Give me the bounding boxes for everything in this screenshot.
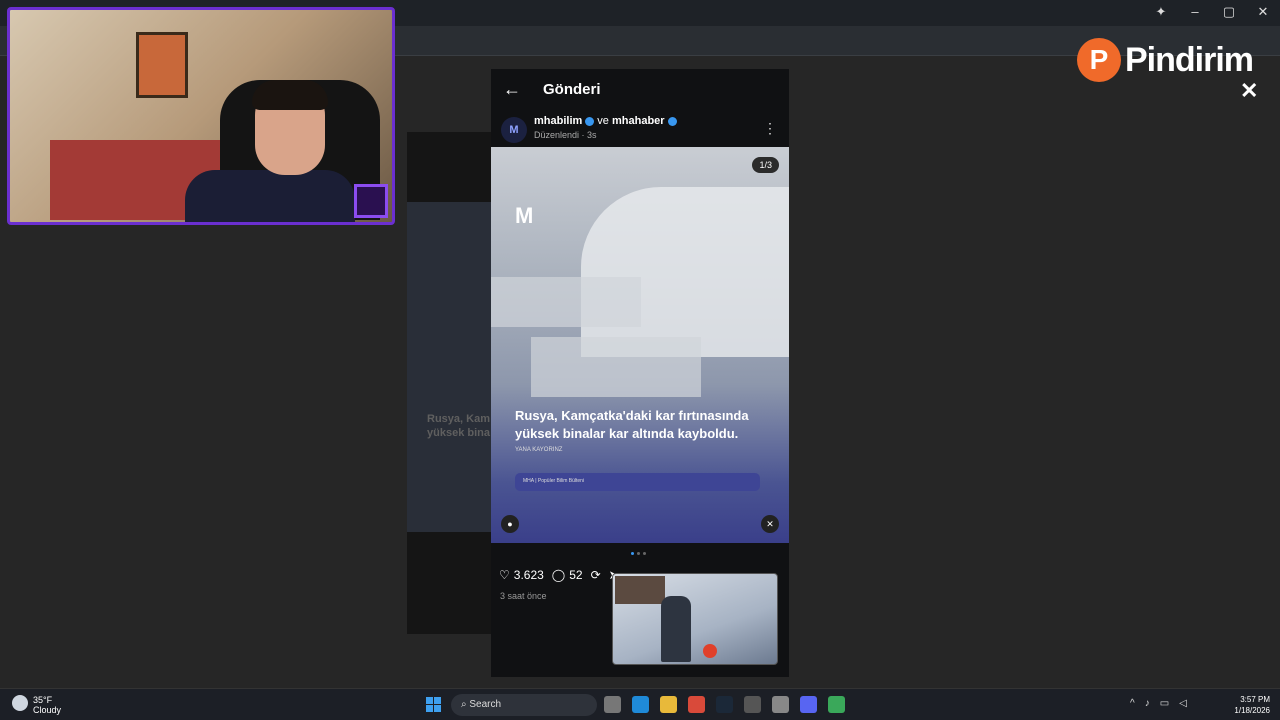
carousel-dots <box>631 552 646 555</box>
page-title: Gönderi <box>543 81 601 98</box>
webcam-overlay <box>7 7 395 225</box>
comment-count: 52 <box>569 568 583 582</box>
author-names: mhabilim ve mhahaber <box>534 115 680 127</box>
brand-logo: P Pindirim <box>1077 38 1254 82</box>
taskbar-search[interactable]: ⌕ Search <box>451 694 597 716</box>
painting-image <box>136 32 188 98</box>
clock-date: 1/18/2026 <box>1234 706 1270 715</box>
volume-icon[interactable]: ◁ <box>1179 698 1187 709</box>
network-icon[interactable]: ▭ <box>1160 698 1169 709</box>
microphone-icon[interactable]: ♪ <box>1145 698 1150 709</box>
brand-letter: P <box>1077 38 1121 82</box>
verified-badge-icon <box>585 116 595 126</box>
maximize-button[interactable]: ▢ <box>1222 4 1236 20</box>
back-arrow-icon[interactable]: ← <box>503 79 521 100</box>
media-headline: Rusya, Kamçatka'daki kar fırtınasında yü… <box>515 408 749 441</box>
more-options-icon[interactable]: ⋮ <box>763 120 777 137</box>
clock[interactable]: 3:57 PM 1/18/2026 <box>1226 694 1270 716</box>
chrome-profile-icon[interactable] <box>828 696 845 713</box>
post-meta: Düzenlendi · 3s <box>534 130 597 140</box>
minimize-button[interactable]: – <box>1188 4 1202 20</box>
like-count: 3.623 <box>513 568 544 582</box>
mini-webcam <box>615 576 665 604</box>
snow-drift-image <box>581 187 789 357</box>
post-timestamp: 3 saat önce <box>500 591 547 601</box>
steam-icon[interactable] <box>716 696 733 713</box>
author-connector: ve <box>597 115 609 127</box>
repost-icon[interactable]: ⟳ <box>591 568 601 582</box>
building-image <box>491 277 641 327</box>
avatar[interactable]: M <box>501 117 527 143</box>
mute-icon[interactable]: ✕ <box>761 515 779 533</box>
close-icon[interactable]: ✕ <box>1240 78 1258 104</box>
picture-in-picture-video[interactable] <box>612 573 778 665</box>
close-window-button[interactable]: ✕ <box>1256 4 1270 20</box>
post-media[interactable]: 1/3 M Rusya, Kamçatka'daki kar fırtınası… <box>491 147 789 543</box>
clock-time: 3:57 PM <box>1240 695 1270 704</box>
taskbar-apps <box>604 696 845 713</box>
media-counter: 1/3 <box>752 157 779 173</box>
comment-icon: ◯ <box>551 568 566 582</box>
brand-name: Pindirim <box>1125 40 1254 79</box>
author-secondary-link[interactable]: mhahaber <box>612 115 665 127</box>
search-placeholder: Search <box>469 699 502 710</box>
task-view-icon[interactable] <box>604 696 621 713</box>
discord-icon[interactable] <box>800 696 817 713</box>
verified-badge-icon <box>667 116 677 126</box>
system-tray: ^ ♪ ▭ ◁ <box>1130 698 1187 709</box>
comment-button[interactable]: ◯ 52 <box>552 568 583 582</box>
taskbar: 35°F Cloudy ⌕ Search ^ ♪ ▭ ◁ 3:57 PM 1/18… <box>0 688 1280 720</box>
chevron-up-icon[interactable]: ^ <box>1130 698 1135 709</box>
channel-logo-icon <box>354 184 388 218</box>
media-logo: M <box>515 203 534 228</box>
cloud-icon <box>12 695 28 711</box>
person-figure <box>661 596 691 662</box>
windows-start-icon[interactable] <box>426 697 441 712</box>
building-image <box>531 337 701 397</box>
app-icon[interactable] <box>744 696 761 713</box>
window-controls: ✦ – ▢ ✕ <box>1154 4 1270 20</box>
streamer-body <box>185 170 355 222</box>
author-row: M mhabilim ve mhahaber Düzenlendi · 3s ⋮ <box>491 113 789 145</box>
weather-condition: Cloudy <box>33 705 62 715</box>
media-source: YANA KAYORINZ <box>515 447 563 453</box>
settings-icon[interactable] <box>772 696 789 713</box>
post-header: ← Gönderi <box>491 69 789 109</box>
red-marker <box>703 644 717 658</box>
tagged-profile-icon[interactable]: ● <box>501 515 519 533</box>
author-primary-link[interactable]: mhabilim <box>534 115 582 127</box>
media-footer-strip: MHA | Popüler Bilim Bülteni <box>515 473 760 491</box>
like-button[interactable]: ♡ 3.623 <box>499 568 544 582</box>
edge-icon[interactable] <box>632 696 649 713</box>
sparkle-icon[interactable]: ✦ <box>1154 4 1168 20</box>
file-explorer-icon[interactable] <box>660 696 677 713</box>
temperature: 35°F <box>33 695 53 705</box>
streamer-hair <box>252 80 328 110</box>
chrome-icon[interactable] <box>688 696 705 713</box>
heart-icon: ♡ <box>499 568 510 582</box>
